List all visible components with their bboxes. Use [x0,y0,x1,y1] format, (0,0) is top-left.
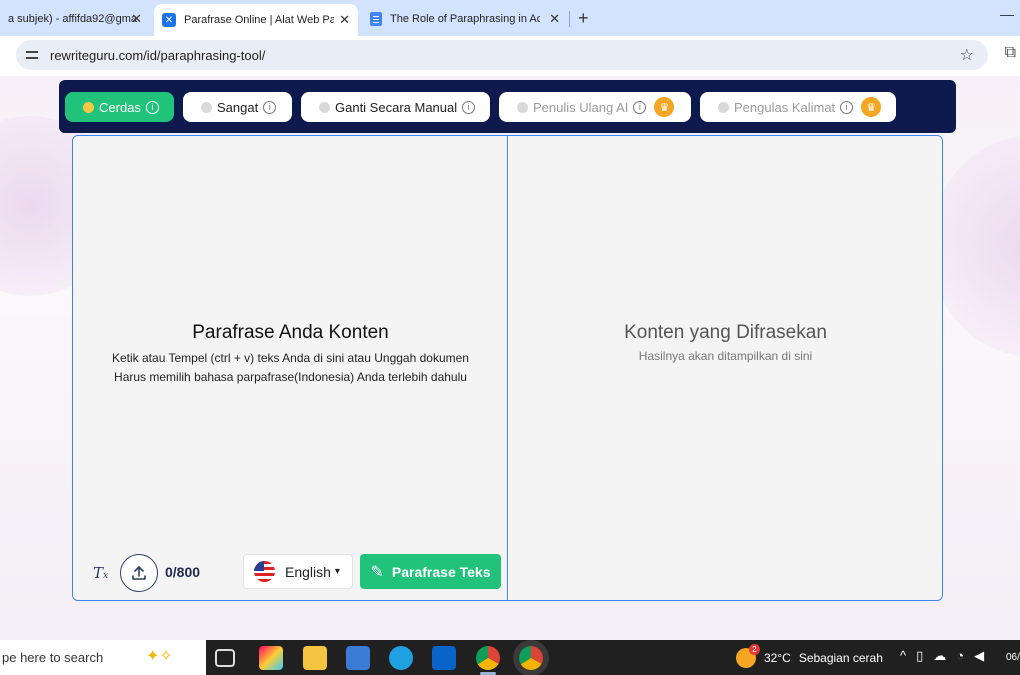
weather-sun-icon [736,644,760,668]
page-content: Cerdas i Sangat i Ganti Secara Manual i … [0,76,1020,640]
pencil-icon: ✎ [370,563,384,581]
browser-tab-paraphrase[interactable]: ✕ Parafrase Online | Alat Web Para ✕ [154,4,358,36]
input-pane[interactable]: Parafrase Anda Konten Ketik atau Tempel … [73,136,508,600]
bookmark-star-icon[interactable]: ☆ [960,45,974,65]
docs-favicon-icon [370,12,382,26]
copilot-icon[interactable] [259,646,283,670]
mode-pengulas-kalimat[interactable]: Pengulas Kalimat i ♛ [700,92,896,122]
chrome-icon[interactable] [476,646,500,670]
language-label: English [285,563,331,580]
store-icon[interactable] [346,646,370,670]
output-hint: Hasilnya akan ditampilkan di sini [638,349,813,363]
mode-label: Penulis Ulang AI [533,99,629,115]
info-icon[interactable]: i [633,100,647,114]
browser-tab-gmail[interactable]: a subjek) - affifda92@gma ✕ [0,4,150,34]
browser-tab-strip: a subjek) - affifda92@gma ✕ ✕ Parafrase … [0,0,1020,36]
browser-tab-docs[interactable]: The Role of Paraphrasing in Aca ✕ [362,4,568,34]
cloud-icon[interactable]: ☁ [933,648,946,664]
close-icon[interactable]: ✕ [339,12,350,28]
input-hint-line1: Ketik atau Tempel (ctrl + v) teks Anda d… [112,351,469,365]
outlook-icon[interactable] [432,646,456,670]
browser-toolbar: rewriteguru.com/id/paraphrasing-tool/ ☆ [0,36,1020,76]
search-placeholder: pe here to search [2,650,104,665]
radio-dot-icon [319,101,330,113]
meet-icon[interactable]: ▯ [916,648,923,664]
volume-icon[interactable]: ◀ [974,648,984,664]
output-title: Konten yang Difrasekan [624,322,827,343]
tab-title: Parafrase Online | Alat Web Para [184,14,334,26]
paraphrase-submit-button[interactable]: ✎ Parafrase Teks [360,554,501,589]
radio-dot-icon [83,101,94,113]
radio-dot-icon [517,101,528,113]
info-icon[interactable]: i [462,100,476,114]
weather-desc: Sebagian cerah [798,651,883,665]
new-tab-plus-icon[interactable]: + [578,8,589,29]
upload-document-button[interactable] [120,554,158,592]
mode-penulis-ulang-ai[interactable]: Penulis Ulang AI i ♛ [499,92,691,122]
sparkle-icon: ✦✧ [146,648,173,665]
edge-icon[interactable] [389,646,413,670]
url-text[interactable]: rewriteguru.com/id/paraphrasing-tool/ [50,48,265,63]
radio-dot-icon [718,101,729,113]
taskbar-search-box[interactable]: pe here to search ✦✧ [0,640,206,675]
mode-ganti-manual[interactable]: Ganti Secara Manual i [301,92,490,122]
system-tray: ^ ▯ ☁ ◔ ◀ [900,648,984,664]
close-icon[interactable]: ✕ [549,11,560,27]
clear-format-icon[interactable]: Tx [93,564,108,582]
paraphrase-editor: Parafrase Anda Konten Ketik atau Tempel … [72,135,943,601]
wifi-icon[interactable]: ◔ [956,648,964,664]
mode-selector-bar: Cerdas i Sangat i Ganti Secara Manual i … [59,80,956,133]
task-view-icon[interactable] [215,649,235,667]
mode-label: Sangat [217,99,259,115]
minimize-icon[interactable]: — [1000,6,1014,22]
info-icon[interactable]: i [263,100,277,114]
chrome-icon-active[interactable] [519,646,543,670]
us-flag-icon [254,561,275,582]
mode-label: Pengulas Kalimat [734,99,836,115]
mode-label: Cerdas [99,99,141,115]
premium-crown-icon: ♛ [654,97,675,117]
clock[interactable]: 06/ [1006,652,1020,663]
weather-temp: 32°C [764,651,791,665]
input-hint-line2: Harus memilih bahasa parpafrase(Indonesi… [114,370,467,384]
address-bar[interactable]: rewriteguru.com/id/paraphrasing-tool/ ☆ [16,40,988,70]
radio-dot-icon [201,101,212,113]
rewriteguru-favicon-icon: ✕ [162,13,176,27]
character-counter: 0/800 [165,564,201,580]
language-select[interactable]: English ▾ [243,554,353,589]
mode-sangat[interactable]: Sangat i [183,92,292,122]
tab-title: a subjek) - affifda92@gma [8,13,137,25]
premium-crown-icon: ♛ [861,97,882,117]
input-title: Parafrase Anda Konten [192,322,389,343]
info-icon[interactable]: i [840,100,854,114]
chevron-up-icon[interactable]: ^ [900,648,906,664]
submit-label: Parafrase Teks [391,563,491,580]
info-icon[interactable]: i [145,100,159,114]
chevron-down-icon: ▾ [334,566,340,577]
file-explorer-icon[interactable] [303,646,327,670]
tab-separator [569,11,570,27]
site-settings-icon[interactable] [26,48,40,62]
output-pane: Konten yang Difrasekan Hasilnya akan dit… [509,136,942,600]
background-decoration [930,136,1020,356]
windows-taskbar: pe here to search ✦✧ 32°C Sebagian cerah… [0,640,1020,675]
mode-cerdas[interactable]: Cerdas i [65,92,174,122]
close-icon[interactable]: ✕ [131,11,142,27]
tab-title: The Role of Paraphrasing in Aca [390,13,540,25]
extensions-puzzle-icon[interactable]: ⧉ [1005,44,1016,62]
weather-widget[interactable]: 32°C Sebagian cerah [736,644,883,668]
upload-icon [132,566,146,580]
mode-label: Ganti Secara Manual [335,99,458,115]
